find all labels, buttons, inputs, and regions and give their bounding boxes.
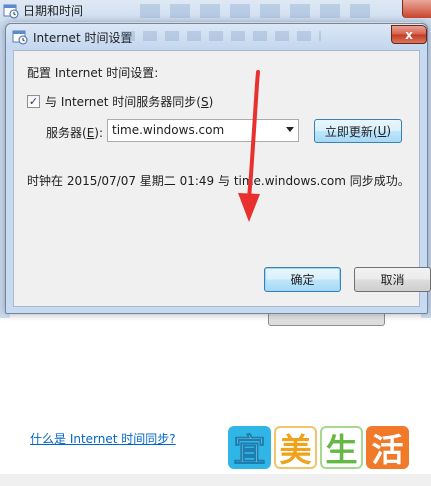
watermark-char-2: 美: [274, 426, 317, 469]
dialog-heading: 配置 Internet 时间设置:: [27, 66, 159, 80]
watermark-char-4: 活: [366, 426, 409, 469]
watermark-logo: 宜 美 生 活: [228, 426, 409, 469]
parent-window-title: 日期和时间: [23, 4, 84, 18]
watermark-char-3: 生: [320, 426, 363, 469]
sync-checkbox[interactable]: ✓: [27, 95, 40, 108]
parent-bottom-strip: [0, 474, 431, 486]
server-value[interactable]: time.windows.com: [112, 123, 224, 137]
server-combobox[interactable]: time.windows.com: [107, 119, 299, 142]
calendar-clock-icon: [12, 30, 28, 45]
ok-button[interactable]: 确定: [264, 267, 341, 292]
cancel-button[interactable]: 取消: [354, 267, 431, 292]
calendar-clock-icon: [3, 4, 19, 19]
update-now-button[interactable]: 立即更新(U): [314, 119, 402, 143]
dialog-body: 配置 Internet 时间设置: ✓ 与 Internet 时间服务器同步(S…: [13, 50, 431, 307]
sync-option[interactable]: ✓ 与 Internet 时间服务器同步(S): [27, 93, 213, 110]
dropdown-arrow-icon[interactable]: [286, 127, 294, 132]
watermark-char-1: 宜: [228, 426, 271, 469]
dialog-titlebar: Internet 时间设置 x: [6, 24, 427, 50]
dialog-title: Internet 时间设置: [33, 31, 133, 45]
dialog-titlebar-blurred-text: [121, 31, 321, 41]
check-icon: ✓: [28, 95, 39, 108]
parent-titlebar-blurred-text: [140, 4, 370, 18]
dialog-close-button[interactable]: x: [391, 25, 427, 44]
close-icon: x: [405, 27, 413, 42]
internet-time-help-link[interactable]: 什么是 Internet 时间同步?: [30, 430, 176, 447]
server-label: 服务器(E):: [46, 126, 104, 140]
sync-status-text: 时钟在 2015/07/07 星期二 01:49 与 time.windows.…: [27, 174, 410, 188]
parent-titlebar: 日期和时间: [0, 0, 431, 22]
sync-checkbox-label[interactable]: 与 Internet 时间服务器同步(S): [45, 93, 213, 110]
parent-close-button[interactable]: [402, 0, 431, 18]
internet-time-settings-dialog: Internet 时间设置 x 配置 Internet 时间设置: ✓ 与 In…: [5, 23, 431, 314]
